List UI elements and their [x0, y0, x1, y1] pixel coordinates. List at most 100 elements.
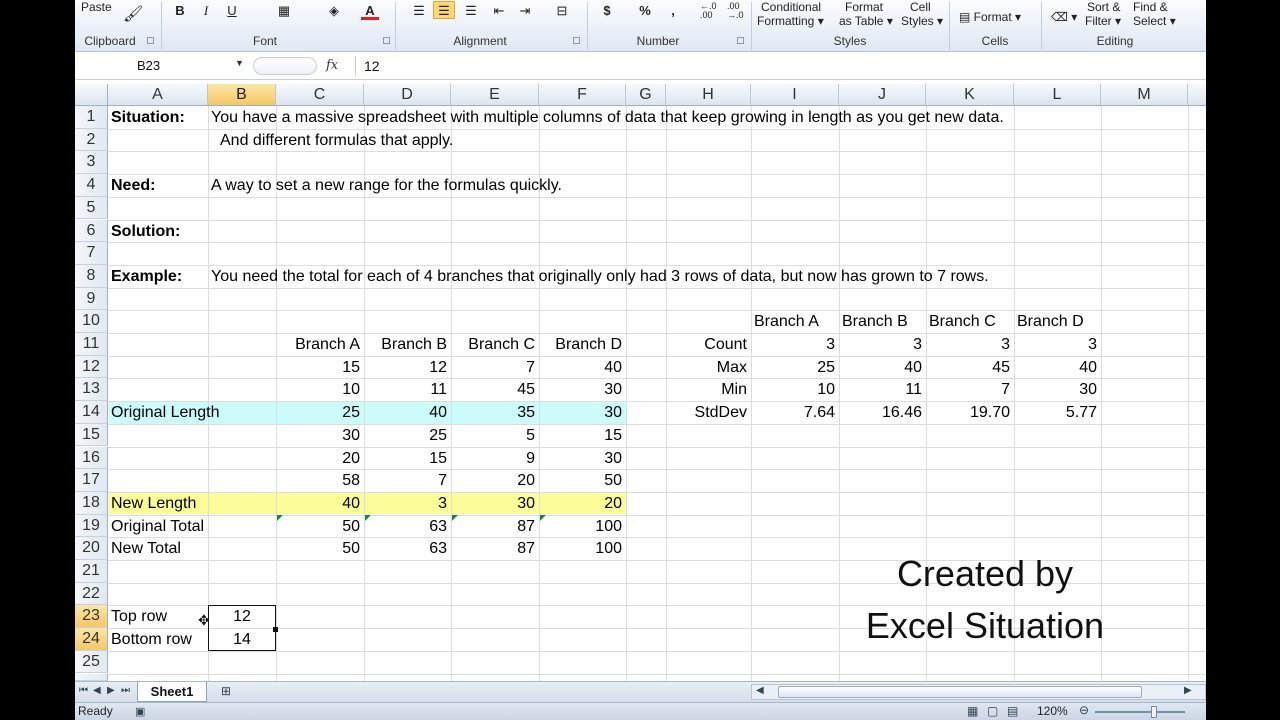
row-header-3[interactable]: 3	[75, 151, 108, 175]
align-left-icon[interactable]: ☰	[409, 2, 429, 20]
table1-cell[interactable]: 58	[276, 470, 360, 492]
situation-text-2[interactable]: And different formulas that apply.	[220, 130, 453, 152]
situation-label[interactable]: Situation:	[111, 107, 185, 129]
table1-cell[interactable]: 7	[364, 470, 447, 492]
table2-header[interactable]: Branch D	[1017, 311, 1084, 333]
top-row-value[interactable]: 12	[208, 606, 276, 628]
table1-header[interactable]: Branch B	[364, 334, 447, 356]
table2-cell[interactable]: 3	[839, 334, 922, 356]
table1-cell[interactable]: 40	[276, 493, 360, 515]
row-header-13[interactable]: 13	[75, 378, 108, 402]
column-header-g[interactable]: G	[626, 84, 666, 106]
new-length-label[interactable]: New Length	[111, 493, 196, 515]
insert-sheet-icon[interactable]: ⊞	[221, 684, 231, 698]
row-header-25[interactable]: 25	[75, 650, 108, 674]
table2-cell[interactable]: 25	[751, 357, 835, 379]
table2-header[interactable]: Branch B	[842, 311, 908, 333]
row-header-17[interactable]: 17	[75, 469, 108, 492]
table1-cell[interactable]: 45	[451, 379, 535, 401]
zoom-out-icon[interactable]: ⊖	[1079, 703, 1089, 717]
solution-label[interactable]: Solution:	[111, 221, 180, 243]
row-header-9[interactable]: 9	[75, 287, 108, 311]
percent-button[interactable]: %	[637, 2, 653, 20]
row-header-2[interactable]: 2	[75, 128, 108, 152]
page-break-icon[interactable]: ▤	[1007, 704, 1018, 718]
table1-cell[interactable]: 20	[539, 493, 622, 515]
situation-text[interactable]: You have a massive spreadsheet with mult…	[211, 107, 1004, 129]
conditional-formatting-button[interactable]: Conditional	[761, 0, 821, 14]
row-header-1[interactable]: 1	[75, 106, 108, 129]
column-header-n[interactable]	[1188, 84, 1206, 106]
table1-cell[interactable]: 50	[276, 516, 360, 538]
column-header-a[interactable]: A	[108, 84, 208, 106]
table1-cell[interactable]: 50	[539, 470, 622, 492]
format-painter-icon[interactable]: 🖌	[123, 7, 143, 23]
horizontal-scrollbar[interactable]: ◀ ▶	[751, 684, 1206, 700]
row-header-16[interactable]: 16	[75, 446, 108, 470]
table1-cell[interactable]: 40	[364, 402, 447, 424]
row-header-22[interactable]: 22	[75, 582, 108, 606]
formula-warning-icon[interactable]	[365, 515, 371, 521]
row-header-5[interactable]: 5	[75, 196, 108, 220]
row-header-26[interactable]	[75, 673, 108, 681]
stat-label-max[interactable]: Max	[666, 357, 747, 379]
bottom-row-value[interactable]: 14	[208, 629, 276, 651]
table1-cell[interactable]: 5	[451, 425, 535, 447]
name-box-dropdown-icon[interactable]: ▼	[235, 58, 244, 68]
column-header-i[interactable]: I	[751, 84, 839, 106]
top-row-label[interactable]: Top row	[111, 606, 167, 628]
column-header-l[interactable]: L	[1014, 84, 1101, 106]
table2-cell[interactable]: 7.64	[751, 402, 835, 424]
column-header-f[interactable]: F	[539, 84, 626, 106]
table2-cell[interactable]: 10	[751, 379, 835, 401]
table2-cell[interactable]: 7	[926, 379, 1010, 401]
row-header-18[interactable]: 18	[75, 491, 108, 515]
cell-styles-button[interactable]: Cell	[910, 0, 931, 14]
table1-cell[interactable]: 35	[451, 402, 535, 424]
column-header-d[interactable]: D	[364, 84, 451, 106]
row-header-20[interactable]: 20	[75, 537, 108, 560]
table2-header[interactable]: Branch C	[929, 311, 996, 333]
table1-cell[interactable]: 15	[364, 448, 447, 470]
table1-cell[interactable]: 87	[451, 538, 535, 560]
table2-header[interactable]: Branch A	[754, 311, 819, 333]
macro-record-icon[interactable]: ▣	[135, 705, 145, 718]
column-header-e[interactable]: E	[451, 84, 539, 106]
cell-styles-button-line2[interactable]: Styles ▾	[901, 14, 943, 28]
bottom-row-label[interactable]: Bottom row	[111, 629, 192, 651]
name-box[interactable]: B23	[75, 56, 247, 76]
decrease-indent-icon[interactable]: ⇤	[489, 2, 509, 20]
row-header-23[interactable]: 23	[75, 605, 108, 629]
row-header-4[interactable]: 4	[75, 174, 108, 197]
row-header-15[interactable]: 15	[75, 423, 108, 447]
horizontal-scroll-thumb[interactable]	[778, 686, 1142, 698]
table1-cell[interactable]: 10	[276, 379, 360, 401]
row-header-21[interactable]: 21	[75, 560, 108, 583]
tab-sheet1[interactable]: Sheet1	[137, 682, 207, 702]
font-launcher-icon[interactable]	[383, 37, 390, 44]
zoom-slider[interactable]	[1095, 711, 1185, 713]
table1-cell[interactable]: 63	[364, 516, 447, 538]
need-text[interactable]: A way to set a new range for the formula…	[211, 175, 562, 197]
table1-cell[interactable]: 7	[451, 357, 535, 379]
table2-cell[interactable]: 19.70	[926, 402, 1010, 424]
table1-cell[interactable]: 63	[364, 538, 447, 560]
zoom-slider-thumb[interactable]	[1151, 706, 1157, 718]
table1-cell[interactable]: 11	[364, 379, 447, 401]
increase-indent-icon[interactable]: ⇥	[515, 2, 535, 20]
clear-icon[interactable]: ⌫ ▾	[1051, 10, 1077, 24]
table1-cell[interactable]: 87	[451, 516, 535, 538]
table2-cell[interactable]: 3	[1014, 334, 1097, 356]
table2-cell[interactable]: 11	[839, 379, 922, 401]
conditional-formatting-button-line2[interactable]: Formatting ▾	[757, 14, 824, 28]
italic-button[interactable]: I	[199, 2, 213, 20]
formula-warning-icon[interactable]	[452, 515, 458, 521]
table1-cell[interactable]: 12	[364, 357, 447, 379]
table2-cell[interactable]: 5.77	[1014, 402, 1097, 424]
column-header-h[interactable]: H	[666, 84, 751, 106]
table1-header[interactable]: Branch D	[539, 334, 622, 356]
column-header-m[interactable]: M	[1101, 84, 1188, 106]
scroll-right-icon[interactable]: ▶	[1184, 685, 1192, 696]
table1-cell[interactable]: 20	[451, 470, 535, 492]
next-sheet-icon[interactable]: ▶	[107, 685, 115, 696]
